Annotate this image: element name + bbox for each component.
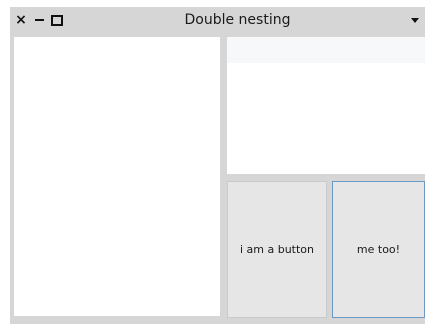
chevron-down-icon[interactable]	[407, 10, 423, 30]
minimize-icon[interactable]	[32, 10, 46, 30]
right-top-pane	[227, 37, 425, 174]
button-label: me too!	[356, 243, 401, 256]
button-label: i am a button	[239, 243, 315, 256]
pane-header-strip	[227, 37, 425, 63]
window-title: Double nesting	[184, 12, 291, 28]
me-too-button[interactable]: me too!	[332, 181, 425, 318]
i-am-a-button[interactable]: i am a button	[227, 181, 327, 318]
close-icon[interactable]: ×	[14, 10, 28, 30]
maximize-icon[interactable]	[50, 10, 64, 30]
title-bar[interactable]: × Double nesting	[10, 7, 425, 33]
window: × Double nesting i am a button me too!	[10, 7, 425, 324]
left-pane	[14, 37, 220, 316]
